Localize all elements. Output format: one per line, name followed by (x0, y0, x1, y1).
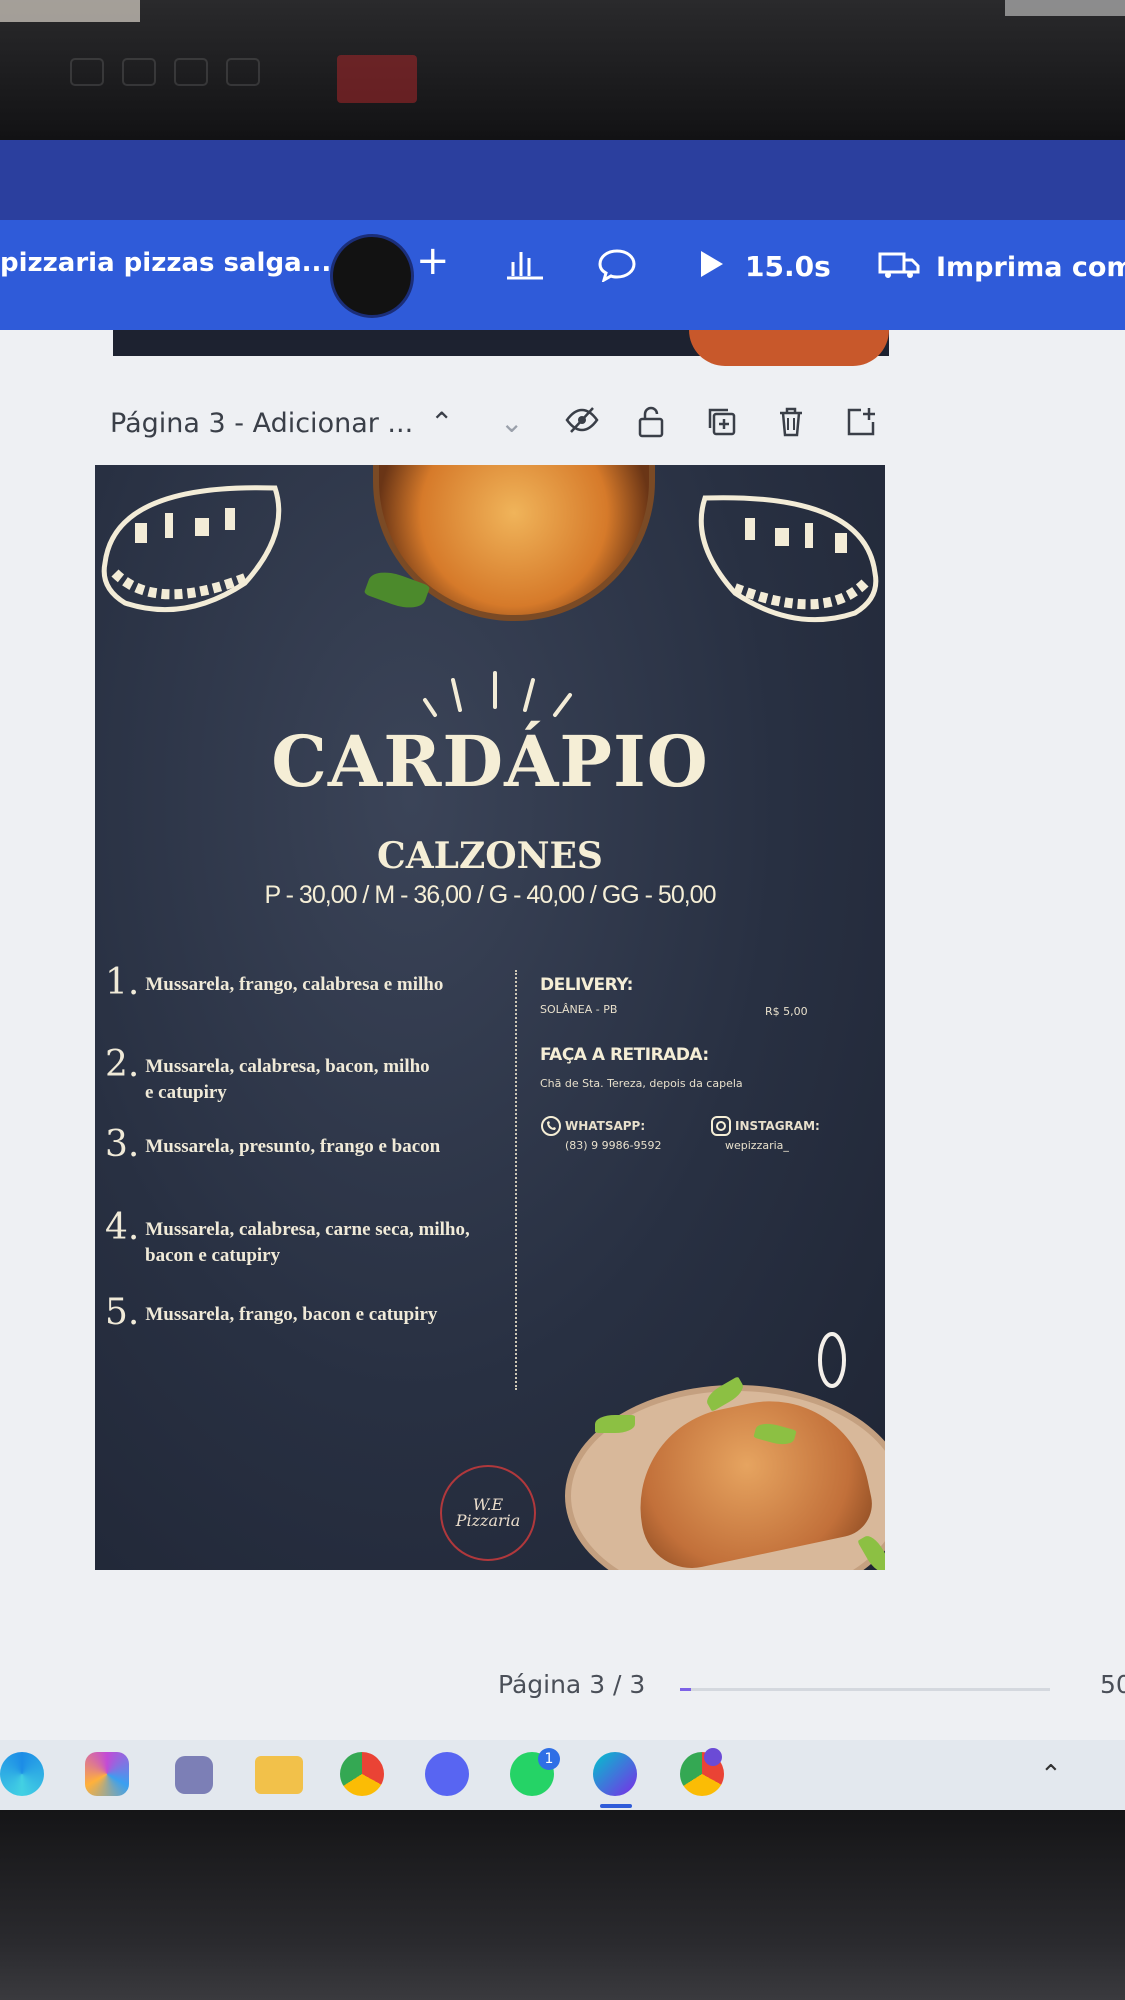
previous-page-thumbnail[interactable] (113, 330, 889, 366)
light-reflection (1005, 0, 1125, 16)
profile-badge (704, 1748, 722, 1766)
hide-eye-icon[interactable] (565, 406, 599, 441)
scroll-progress[interactable] (680, 1688, 1050, 1691)
user-avatar[interactable] (330, 234, 414, 318)
comment-icon[interactable] (597, 248, 637, 290)
dotted-divider (515, 970, 517, 1390)
light-reflection (0, 0, 140, 22)
menu-design-page[interactable]: CARDÁPIO CALZONES P - 30,00 / M - 36,00 … (95, 465, 885, 1570)
print-button[interactable]: Imprima com o (936, 252, 1125, 283)
page-title[interactable]: Página 3 - Adicionar ... (110, 408, 413, 439)
chevron-down-icon[interactable]: ⌄ (500, 406, 523, 439)
invite-plus-icon[interactable]: + (416, 238, 450, 284)
calzone-sketch-illustration (698, 495, 879, 623)
pizzeria-logo: W.E Pizzaria (440, 1465, 536, 1561)
insights-chart-icon[interactable] (505, 248, 545, 288)
delivery-place: SOLÂNEA - PB (540, 1003, 618, 1016)
whatsapp-icon (540, 1115, 562, 1142)
list-item: 2. Mussarela, calabresa, bacon, milho e c… (105, 1044, 430, 1104)
active-app-indicator (600, 1804, 632, 1808)
duplicate-page-icon[interactable] (706, 406, 738, 445)
canva-app-icon[interactable] (593, 1752, 637, 1796)
taskbar: 1 ⌃ (0, 1740, 1125, 1810)
play-icon[interactable] (695, 248, 727, 288)
list-item: 3. Mussarela, presunto, frango e bacon (105, 1124, 441, 1165)
instagram-handle: wepizzaria_ (725, 1139, 789, 1152)
discord-icon[interactable] (425, 1752, 469, 1796)
sparkle-rays-decoration (423, 671, 572, 717)
screen: pizzaria pizzas salga... + 15.0s Imprima… (0, 140, 1125, 1810)
notification-badge: 1 (538, 1748, 560, 1770)
page-counter: Página 3 / 3 (498, 1670, 646, 1699)
whatsapp-number: (83) 9 9986-9592 (565, 1139, 662, 1152)
monitor-bezel-top (0, 0, 1125, 140)
size-prices: P - 30,00 / M - 36,00 / G - 40,00 / GG -… (264, 881, 716, 909)
list-item: 4. Mussarela, calabresa, carne seca, milh… (105, 1207, 470, 1267)
whatsapp-label: WHATSAPP: (565, 1119, 646, 1133)
zoom-level[interactable]: 50 (1100, 1670, 1125, 1699)
chevron-up-icon[interactable]: ⌃ (430, 406, 453, 439)
delivery-label: DELIVERY: (540, 975, 633, 995)
edge-browser-icon[interactable] (0, 1752, 44, 1796)
add-page-icon[interactable] (845, 406, 877, 445)
editor-toolbar: pizzaria pizzas salga... + 15.0s Imprima… (0, 220, 1125, 330)
record-indicator (337, 55, 417, 103)
webcam-strip-icons (70, 58, 300, 96)
menu-title: CARDÁPIO (271, 720, 709, 803)
chrome-icon[interactable] (340, 1752, 384, 1796)
calzone-sketch-illustration (101, 485, 282, 613)
lock-icon[interactable] (637, 406, 665, 445)
presentation-duration[interactable]: 15.0s (745, 250, 831, 283)
delivery-price: R$ 5,00 (765, 1005, 808, 1018)
pickup-address: Chã de Sta. Tereza, depois da capela (540, 1077, 743, 1090)
trash-icon[interactable] (777, 406, 805, 445)
instagram-icon (710, 1115, 732, 1142)
browser-tab-strip (0, 140, 1125, 222)
menu-subtitle: CALZONES (377, 835, 603, 877)
copilot-icon[interactable] (85, 1752, 129, 1796)
instagram-label: INSTAGRAM: (735, 1119, 820, 1133)
file-explorer-icon[interactable] (255, 1756, 303, 1794)
onion-ring-decoration (818, 1332, 846, 1388)
list-item: 1. Mussarela, frango, calabresa e milho (105, 962, 444, 1003)
truck-icon[interactable] (878, 248, 920, 288)
chevron-up-tray-icon[interactable]: ⌃ (1040, 1760, 1062, 1790)
monitor-bezel-bottom (0, 1810, 1125, 2000)
list-item: 5. Mussarela, frango, bacon e catupiry (105, 1292, 438, 1333)
teams-icon[interactable] (175, 1756, 213, 1794)
pickup-label: FAÇA A RETIRADA: (540, 1045, 709, 1065)
document-title[interactable]: pizzaria pizzas salga... (0, 248, 331, 278)
